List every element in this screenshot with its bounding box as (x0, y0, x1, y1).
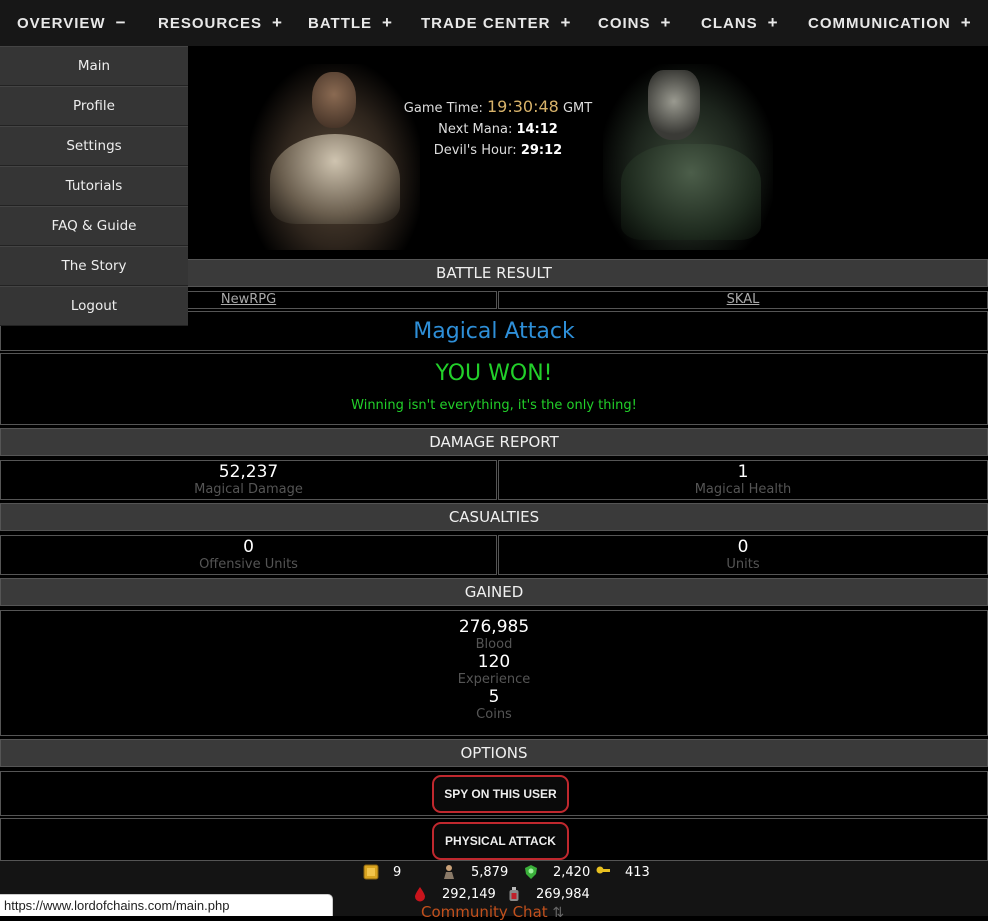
experience-value: 120 (477, 652, 511, 672)
magical-damage-value: 52,237 (218, 462, 279, 482)
header-banner: Game Time: 19:30:48 GMT Next Mana: 14:12… (188, 46, 988, 258)
experience-label: Experience (457, 672, 531, 687)
coins-value: 5 (488, 687, 500, 707)
victory-quote: Winning isn't everything, it's the only … (351, 398, 637, 413)
offensive-units-label: Offensive Units (199, 557, 298, 572)
menu-item-faq-guide[interactable]: FAQ & Guide (0, 206, 188, 246)
plus-icon: + (767, 13, 779, 32)
gained-box: 276,985 Blood 120 Experience 5 Coins (0, 610, 988, 736)
magical-damage-cell: 52,237 Magical Damage (0, 460, 497, 500)
blood-value: 276,985 (458, 617, 530, 637)
nav-battle-label: BATTLE (308, 14, 373, 32)
devils-hour-label: Devil's Hour: (433, 143, 517, 158)
magical-health-label: Magical Health (694, 482, 792, 497)
nav-clans-label: CLANS (701, 14, 758, 32)
defender-link[interactable]: SKAL (727, 292, 760, 307)
nav-communication-label: COMMUNICATION (808, 14, 951, 32)
nav-battle[interactable]: BATTLE + (308, 13, 393, 33)
spy-on-user-button[interactable]: SPY ON THIS USER (432, 775, 569, 813)
menu-item-settings[interactable]: Settings (0, 126, 188, 166)
game-time-label: Game Time: (403, 101, 483, 116)
defender-cell: SKAL (498, 291, 988, 309)
menu-item-profile[interactable]: Profile (0, 86, 188, 126)
gained-header: GAINED (0, 578, 988, 606)
knight-armor (621, 144, 761, 240)
nav-resources-label: RESOURCES (158, 14, 263, 32)
plus-icon: + (960, 13, 972, 32)
sort-arrows-icon: ⇅ (552, 905, 565, 921)
green-shield-icon (525, 865, 537, 879)
game-clock: Game Time: 19:30:48 GMT Next Mana: 14:12… (388, 96, 608, 161)
bottle-icon (509, 887, 519, 901)
nav-communication[interactable]: COMMUNICATION + (808, 13, 972, 33)
devils-hour-line: Devil's Hour: 29:12 (388, 140, 608, 161)
top-navigation: OVERVIEW − RESOURCES + BATTLE + TRADE CE… (0, 0, 988, 46)
units-value: 0 (737, 537, 749, 557)
game-time-line: Game Time: 19:30:48 GMT (388, 96, 608, 119)
game-time-zone: GMT (562, 101, 593, 116)
potion-count: 269,984 (536, 886, 590, 902)
options-header: OPTIONS (0, 739, 988, 767)
skeleton-knight-portrait (603, 64, 773, 250)
result-box: YOU WON! Winning isn't everything, it's … (0, 353, 988, 425)
nav-trade-center-label: TRADE CENTER (421, 14, 551, 32)
nav-trade-center[interactable]: TRADE CENTER + (421, 13, 571, 33)
knight-helm (648, 70, 700, 140)
offensive-units-cell: 0 Offensive Units (0, 535, 497, 575)
magical-health-cell: 1 Magical Health (498, 460, 988, 500)
game-time-value: 19:30:48 (486, 97, 559, 116)
next-mana-line: Next Mana: 14:12 (388, 119, 608, 140)
browser-status-url: https://www.lordofchains.com/main.php (0, 894, 333, 916)
next-mana-value: 14:12 (516, 122, 558, 137)
blood-count: 292,149 (442, 886, 496, 902)
resource-row-2: 292,149 269,984 (412, 886, 590, 902)
menu-item-main[interactable]: Main (0, 46, 188, 86)
result-text: YOU WON! (435, 361, 553, 386)
attack-type: Magical Attack (413, 318, 575, 344)
magical-health-value: 1 (737, 462, 749, 482)
units-label: Units (726, 557, 760, 572)
community-chat-link[interactable]: Community Chat ⇅ (421, 903, 564, 921)
menu-item-logout[interactable]: Logout (0, 286, 188, 326)
warrior-fur (270, 134, 400, 224)
defense-count: 2,420 (553, 864, 591, 880)
yellow-key-icon (596, 866, 610, 874)
nav-resources[interactable]: RESOURCES + (158, 13, 283, 33)
attacker-link[interactable]: NewRPG (221, 292, 276, 307)
nav-clans[interactable]: CLANS + (701, 13, 779, 33)
menu-item-tutorials[interactable]: Tutorials (0, 166, 188, 206)
nav-overview[interactable]: OVERVIEW − (17, 13, 127, 33)
next-mana-label: Next Mana: (438, 122, 513, 137)
units-cell: 0 Units (498, 535, 988, 575)
community-chat-label: Community Chat (421, 903, 548, 921)
physical-attack-button[interactable]: PHYSICAL ATTACK (432, 822, 569, 860)
turns-count: 9 (393, 864, 402, 880)
soldier-icon (444, 865, 454, 879)
resource-row-1: 9 5,879 2,420 413 (363, 864, 650, 880)
nav-overview-label: OVERVIEW (17, 14, 106, 32)
gold-bar-icon (363, 864, 379, 880)
overview-dropdown-menu: Main Profile Settings Tutorials FAQ & Gu… (0, 46, 188, 326)
offensive-units-value: 0 (243, 537, 254, 557)
casualties-header: CASUALTIES (0, 503, 988, 531)
plus-icon: + (660, 13, 672, 32)
warrior-head (312, 72, 356, 128)
minus-icon: − (115, 13, 127, 32)
keys-count: 413 (625, 864, 650, 880)
coins-label: Coins (476, 707, 512, 722)
plus-icon: + (272, 13, 283, 32)
plus-icon: + (382, 13, 393, 32)
devils-hour-value: 29:12 (520, 143, 563, 158)
damage-report-header: DAMAGE REPORT (0, 428, 988, 456)
blood-drop-icon (415, 887, 425, 902)
nav-coins-label: COINS (598, 14, 651, 32)
plus-icon: + (560, 13, 572, 32)
nav-coins[interactable]: COINS + (598, 13, 671, 33)
army-count: 5,879 (471, 864, 509, 880)
magical-damage-label: Magical Damage (194, 482, 303, 497)
menu-item-the-story[interactable]: The Story (0, 246, 188, 286)
blood-label: Blood (475, 637, 513, 652)
